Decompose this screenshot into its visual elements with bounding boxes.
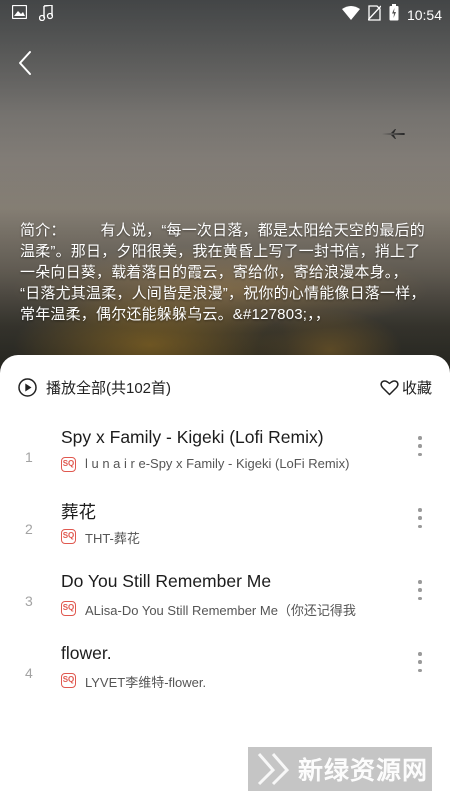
more-options-button[interactable] xyxy=(412,580,428,600)
image-icon xyxy=(11,4,28,26)
song-artist: ALisa-Do You Still Remember Me（你还记得我 xyxy=(85,603,356,618)
more-vertical-icon xyxy=(418,508,422,512)
play-all-label: 播放全部(共102首) xyxy=(46,380,172,397)
play-circle-icon xyxy=(18,378,37,397)
collect-button[interactable]: 收藏 xyxy=(380,377,432,398)
song-index: 4 xyxy=(25,665,33,681)
more-options-button[interactable] xyxy=(412,436,428,456)
watermark: 新绿资源网 xyxy=(248,747,432,791)
more-vertical-icon xyxy=(418,436,422,440)
more-vertical-icon xyxy=(418,652,422,656)
battery-icon xyxy=(389,4,399,26)
more-options-button[interactable] xyxy=(412,652,428,672)
song-index: 2 xyxy=(25,521,33,537)
sq-badge: SQ xyxy=(61,457,76,472)
watermark-text: 新绿资源网 xyxy=(298,757,429,785)
song-row[interactable]: 3 Do You Still Remember Me SQ ALisa-Do Y… xyxy=(0,564,450,636)
song-index: 1 xyxy=(25,449,33,465)
song-index: 3 xyxy=(25,593,33,609)
song-title: flower. xyxy=(61,643,112,663)
song-artist: LYVET李维特-flower. xyxy=(85,675,207,690)
song-row[interactable]: 2 葬花 SQ THT-葬花 xyxy=(0,492,450,564)
play-all-button[interactable]: 播放全部(共102首) xyxy=(18,377,171,398)
sq-badge: SQ xyxy=(61,529,76,544)
playlist-intro: 简介： 有人说，“每一次日落，都是太阳给天空的最后的温柔”。那日，夕阳很美，我在… xyxy=(20,222,443,323)
status-bar: 10:54 xyxy=(0,0,450,26)
collect-label: 收藏 xyxy=(401,380,432,397)
song-row[interactable]: 4 flower. SQ LYVET李维特-flower. xyxy=(0,636,450,708)
song-title: Do You Still Remember Me xyxy=(61,571,272,591)
heart-icon xyxy=(380,380,399,396)
wifi-icon xyxy=(341,5,360,25)
sq-badge: SQ xyxy=(61,601,76,616)
list-toolbar: 播放全部(共102首) 收藏 xyxy=(0,373,450,403)
watermark-logo-icon xyxy=(257,753,290,786)
song-title: Spy x Family - Kigeki (Lofi Remix) xyxy=(61,427,324,447)
status-time: 10:54 xyxy=(406,7,442,23)
more-options-button[interactable] xyxy=(412,508,428,528)
sq-badge: SQ xyxy=(61,673,76,688)
song-artist: l u n a i r e-Spy x Family - Kigeki (LoF… xyxy=(85,456,350,471)
more-vertical-icon xyxy=(418,580,422,584)
airplane-silhouette xyxy=(382,126,406,144)
music-note-icon xyxy=(38,4,54,26)
no-sim-icon xyxy=(367,4,382,26)
chevron-left-icon xyxy=(19,51,31,75)
song-artist: THT-葬花 xyxy=(85,531,140,546)
song-row[interactable]: 1 Spy x Family - Kigeki (Lofi Remix) SQ … xyxy=(0,420,450,492)
song-title: 葬花 xyxy=(61,502,96,522)
back-button[interactable] xyxy=(14,48,40,78)
